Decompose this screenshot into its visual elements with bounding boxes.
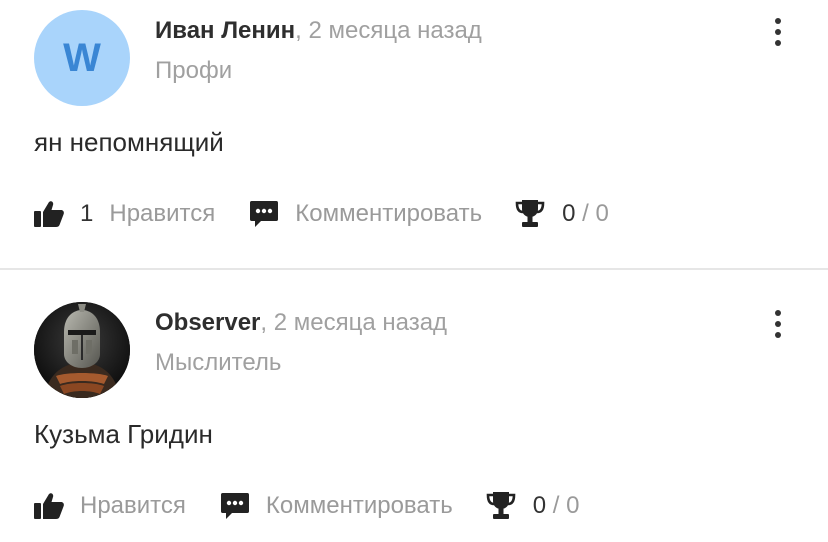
avatar-letter: W xyxy=(63,35,101,80)
comment-button[interactable]: Комментировать xyxy=(220,491,453,521)
answer-time: 2 месяца назад xyxy=(273,309,448,336)
answer-time: 2 месяца назад xyxy=(308,17,482,44)
answer-text: ян непомнящий xyxy=(34,127,224,157)
answers-feed: W Иван Ленин, 2 месяца назад Профи ян не… xyxy=(0,0,828,542)
author-rank: Мыслитель xyxy=(155,349,282,376)
score-separator: / xyxy=(546,492,567,519)
trophy-icon xyxy=(515,200,545,227)
score-separator: / xyxy=(575,200,596,227)
more-vertical-icon xyxy=(775,18,781,24)
score-max: 0 xyxy=(595,200,609,227)
thumbs-up-icon xyxy=(34,201,64,227)
like-label: Нравится xyxy=(80,492,186,519)
trophy-score[interactable]: 0 / 0 xyxy=(485,491,580,521)
comment-icon xyxy=(220,493,249,519)
author-rank: Профи xyxy=(155,57,233,84)
author-line: Observer, 2 месяца назад xyxy=(155,308,447,338)
more-vertical-icon xyxy=(775,310,781,316)
time-separator: , xyxy=(260,309,274,336)
knight-avatar-image xyxy=(34,302,130,398)
score-max: 0 xyxy=(566,492,580,519)
like-button[interactable]: Нравится xyxy=(34,492,186,520)
score-value: 0 xyxy=(532,492,547,519)
avatar[interactable] xyxy=(34,302,130,398)
like-button[interactable]: 1 Нравится xyxy=(34,200,215,228)
comment-button[interactable]: Комментировать xyxy=(249,199,482,229)
more-options-button[interactable] xyxy=(764,304,792,344)
comment-icon xyxy=(250,201,279,227)
avatar[interactable]: W xyxy=(34,10,130,106)
answer-actions: 1 Нравится Комментировать 0 / 0 xyxy=(34,194,609,234)
more-options-button[interactable] xyxy=(764,12,792,52)
answer-actions: Нравится Комментировать 0 / 0 xyxy=(34,486,579,526)
trophy-icon xyxy=(486,492,516,519)
author-name[interactable]: Иван Ленин xyxy=(155,17,295,44)
comment-label: Комментировать xyxy=(265,492,453,519)
thumbs-up-icon xyxy=(34,493,64,519)
score-value: 0 xyxy=(562,200,576,227)
answer-item: W Иван Ленин, 2 месяца назад Профи ян не… xyxy=(0,0,828,268)
time-separator: , xyxy=(295,17,309,44)
author-line: Иван Ленин, 2 месяца назад xyxy=(155,16,482,46)
author-name[interactable]: Observer xyxy=(155,309,260,336)
trophy-score[interactable]: 0 / 0 xyxy=(514,199,609,229)
like-count: 1 xyxy=(80,200,94,227)
score: 0 / 0 xyxy=(533,492,580,520)
like-label: Нравится xyxy=(109,200,216,227)
comment-label: Комментировать xyxy=(295,200,483,227)
answer-item: Observer, 2 месяца назад Мыслитель Кузьм… xyxy=(0,270,828,542)
score: 0 / 0 xyxy=(562,200,609,228)
answer-text: Кузьма Гридин xyxy=(34,419,213,449)
